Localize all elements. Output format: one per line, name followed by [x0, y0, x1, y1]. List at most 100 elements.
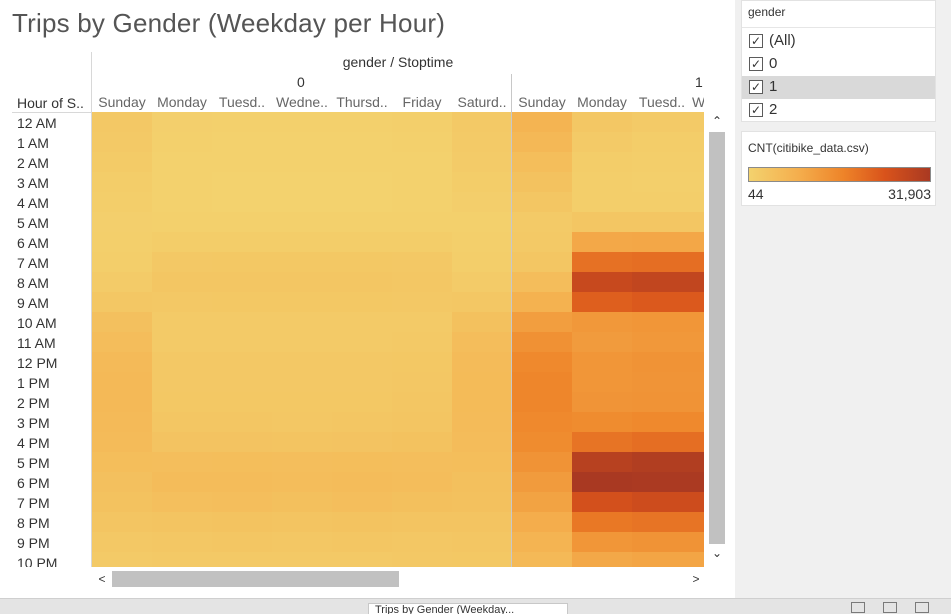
heatmap-cell[interactable]: [572, 372, 632, 392]
heatmap-cell[interactable]: [272, 332, 332, 352]
heatmap-cell[interactable]: [632, 392, 692, 412]
heatmap-cell[interactable]: [692, 252, 704, 272]
heatmap-cell[interactable]: [452, 232, 512, 252]
heatmap-cell[interactable]: [692, 112, 704, 132]
heatmap-cell[interactable]: [632, 292, 692, 312]
heatmap-cell[interactable]: [152, 552, 212, 567]
heatmap-cell[interactable]: [512, 272, 572, 292]
heatmap-cell[interactable]: [92, 252, 152, 272]
heatmap-cell[interactable]: [572, 132, 632, 152]
heatmap-cell[interactable]: [332, 172, 392, 192]
heatmap-cell[interactable]: [572, 272, 632, 292]
heatmap-cell[interactable]: [632, 332, 692, 352]
filmstrip-icon[interactable]: [883, 602, 897, 613]
heatmap-cell[interactable]: [332, 272, 392, 292]
heatmap-cell[interactable]: [572, 432, 632, 452]
heatmap-cell[interactable]: [392, 272, 452, 292]
heatmap-cell[interactable]: [92, 552, 152, 567]
vertical-scrollbar[interactable]: ⌃ ⌄: [706, 112, 728, 565]
filter-item-0[interactable]: ✓ 0: [742, 53, 935, 76]
heatmap-cell[interactable]: [692, 192, 704, 212]
heatmap-cell[interactable]: [512, 412, 572, 432]
heatmap-cell[interactable]: [212, 252, 272, 272]
filter-item-all[interactable]: ✓ (All): [742, 30, 935, 53]
heatmap-cell[interactable]: [692, 312, 704, 332]
heatmap-cell[interactable]: [272, 212, 332, 232]
heatmap-cell[interactable]: [692, 172, 704, 192]
heatmap-cell[interactable]: [452, 272, 512, 292]
heatmap-cell[interactable]: [572, 472, 632, 492]
heatmap-cell[interactable]: [92, 412, 152, 432]
heatmap-cell[interactable]: [212, 272, 272, 292]
heatmap-cell[interactable]: [92, 392, 152, 412]
heatmap-cell[interactable]: [152, 232, 212, 252]
heatmap-cell[interactable]: [152, 512, 212, 532]
heatmap-cell[interactable]: [692, 292, 704, 312]
checkbox-checked-icon[interactable]: ✓: [749, 103, 763, 117]
heatmap-cell[interactable]: [692, 512, 704, 532]
scroll-left-icon[interactable]: <: [94, 572, 110, 586]
heatmap-cell[interactable]: [632, 252, 692, 272]
heatmap-cell[interactable]: [332, 292, 392, 312]
heatmap-cell[interactable]: [212, 552, 272, 567]
heatmap-cell[interactable]: [212, 492, 272, 512]
heatmap-cell[interactable]: [512, 552, 572, 567]
heatmap-cell[interactable]: [692, 472, 704, 492]
heatmap-cell[interactable]: [272, 472, 332, 492]
heatmap-cell[interactable]: [332, 552, 392, 567]
heatmap-cell[interactable]: [452, 512, 512, 532]
heatmap-cell[interactable]: [512, 352, 572, 372]
heatmap-cell[interactable]: [332, 312, 392, 332]
heatmap-cell[interactable]: [152, 152, 212, 172]
heatmap-cell[interactable]: [92, 312, 152, 332]
heatmap-cell[interactable]: [392, 152, 452, 172]
heatmap-cell[interactable]: [692, 552, 704, 567]
heatmap-cell[interactable]: [332, 152, 392, 172]
heatmap-cell[interactable]: [632, 412, 692, 432]
heatmap-cell[interactable]: [212, 472, 272, 492]
heatmap-cell[interactable]: [452, 112, 512, 132]
heatmap-cell[interactable]: [212, 352, 272, 372]
heatmap-cell[interactable]: [392, 312, 452, 332]
heatmap-cell[interactable]: [212, 312, 272, 332]
heatmap-cell[interactable]: [272, 172, 332, 192]
heatmap-cell[interactable]: [512, 452, 572, 472]
heatmap-cell[interactable]: [212, 152, 272, 172]
checkbox-checked-icon[interactable]: ✓: [749, 34, 763, 48]
vertical-scroll-thumb[interactable]: [709, 132, 725, 544]
heatmap-cell[interactable]: [212, 332, 272, 352]
heatmap-cell[interactable]: [92, 172, 152, 192]
heatmap-cell[interactable]: [572, 152, 632, 172]
heatmap-cell[interactable]: [452, 432, 512, 452]
heatmap-cell[interactable]: [632, 372, 692, 392]
heatmap-cell[interactable]: [212, 512, 272, 532]
heatmap-cell[interactable]: [512, 252, 572, 272]
sheet-tab[interactable]: Trips by Gender (Weekday...: [368, 603, 568, 614]
heatmap-cell[interactable]: [392, 292, 452, 312]
heatmap-cell[interactable]: [92, 192, 152, 212]
heatmap-cell[interactable]: [452, 412, 512, 432]
heatmap-cell[interactable]: [512, 472, 572, 492]
heatmap-cell[interactable]: [212, 232, 272, 252]
heatmap-cell[interactable]: [272, 152, 332, 172]
heatmap-cell[interactable]: [512, 372, 572, 392]
scroll-down-icon[interactable]: ⌄: [709, 546, 725, 560]
heatmap-cell[interactable]: [92, 212, 152, 232]
heatmap-cell[interactable]: [392, 392, 452, 412]
heatmap-cell[interactable]: [632, 112, 692, 132]
checkbox-checked-icon[interactable]: ✓: [749, 57, 763, 71]
heatmap-cell[interactable]: [452, 472, 512, 492]
heatmap-cell[interactable]: [92, 452, 152, 472]
heatmap-cell[interactable]: [332, 392, 392, 412]
heatmap-cell[interactable]: [692, 352, 704, 372]
heatmap-cell[interactable]: [152, 432, 212, 452]
heatmap-cell[interactable]: [92, 432, 152, 452]
scroll-up-icon[interactable]: ⌃: [709, 114, 725, 128]
heatmap-cell[interactable]: [272, 272, 332, 292]
heatmap-cell[interactable]: [332, 492, 392, 512]
heatmap-cell[interactable]: [632, 132, 692, 152]
heatmap-cell[interactable]: [332, 472, 392, 492]
heatmap-cell[interactable]: [692, 332, 704, 352]
heatmap-cell[interactable]: [92, 292, 152, 312]
heatmap-cell[interactable]: [152, 192, 212, 212]
